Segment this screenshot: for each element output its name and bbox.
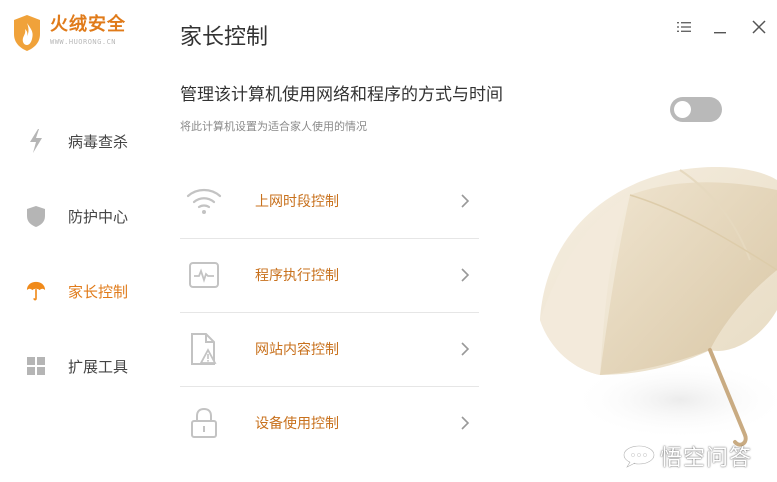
shield-icon <box>26 205 46 227</box>
list-item-label: 程序执行控制 <box>255 268 339 284</box>
list-item-internet-time-control[interactable]: 上网时段控制 <box>180 164 479 239</box>
list-item-website-content-control[interactable]: 网站内容控制 <box>180 312 479 387</box>
lightning-icon <box>26 129 46 153</box>
list-item-program-execution-control[interactable]: 程序执行控制 <box>180 238 479 313</box>
watermark: 悟空问答 <box>622 440 752 472</box>
chevron-right-icon <box>457 265 473 285</box>
sidebar-item-label: 家长控制 <box>68 282 129 301</box>
lock-icon <box>180 403 228 443</box>
umbrella-icon <box>26 280 46 302</box>
sidebar-item-extensions[interactable]: 扩展工具 <box>26 350 128 382</box>
sidebar-item-parental-control[interactable]: 家长控制 <box>26 275 128 307</box>
parental-control-toggle[interactable] <box>670 97 722 122</box>
menu-icon <box>677 22 691 32</box>
close-button[interactable] <box>750 18 768 36</box>
minimize-icon <box>714 32 726 34</box>
pulse-monitor-icon <box>180 255 228 295</box>
list-item-label: 设备使用控制 <box>255 416 339 432</box>
chat-bubble-icon <box>623 445 655 468</box>
section-description: 将此计算机设置为适合家人使用的情况 <box>180 120 367 133</box>
chevron-right-icon <box>457 413 473 433</box>
minimize-button[interactable] <box>711 18 729 36</box>
sidebar-item-label: 防护中心 <box>68 207 129 226</box>
wifi-icon <box>180 181 228 221</box>
grid-icon <box>26 355 46 377</box>
app-logo: 火绒安全 WWW.HUORONG.CN <box>12 14 126 52</box>
toggle-knob <box>674 101 691 118</box>
flame-shield-logo-icon <box>14 15 40 51</box>
sidebar-item-protection[interactable]: 防护中心 <box>26 200 128 232</box>
sidebar-item-label: 扩展工具 <box>68 357 129 376</box>
document-warning-icon <box>180 329 228 369</box>
close-icon <box>752 20 766 34</box>
chevron-right-icon <box>457 339 473 359</box>
menu-button[interactable] <box>675 18 693 36</box>
page-title: 家长控制 <box>180 25 269 50</box>
list-item-device-usage-control[interactable]: 设备使用控制 <box>180 386 479 460</box>
umbrella-illustration <box>540 167 777 447</box>
app-name: 火绒安全 <box>50 14 126 35</box>
section-heading: 管理该计算机使用网络和程序的方式与时间 <box>180 85 503 105</box>
app-website: WWW.HUORONG.CN <box>50 38 117 46</box>
list-item-label: 网站内容控制 <box>255 342 339 358</box>
watermark-text: 悟空问答 <box>660 446 753 471</box>
sidebar-item-virus-scan[interactable]: 病毒查杀 <box>26 125 128 157</box>
sidebar-item-label: 病毒查杀 <box>68 132 129 151</box>
list-item-label: 上网时段控制 <box>255 194 339 210</box>
chevron-right-icon <box>457 191 473 211</box>
